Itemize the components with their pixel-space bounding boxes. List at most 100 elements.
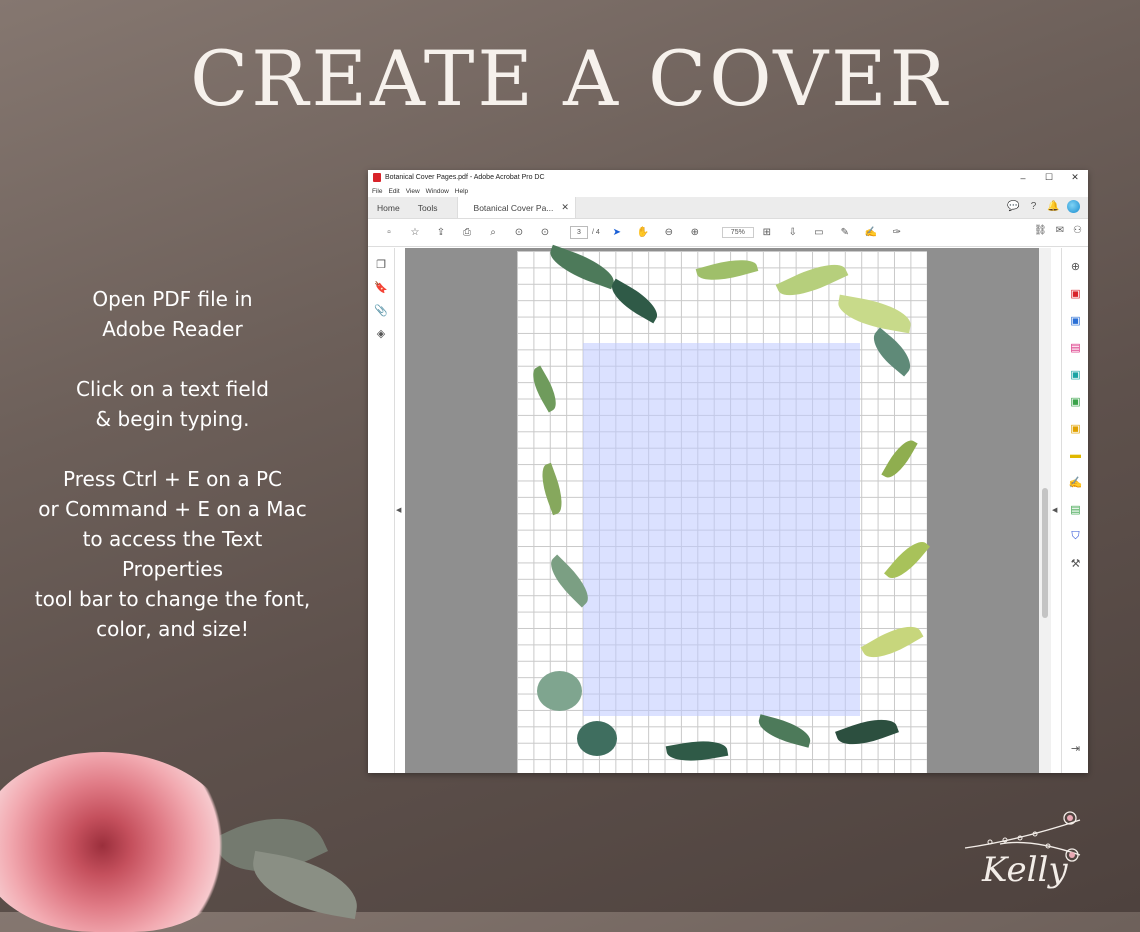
scrollbar-thumb[interactable] [1042,488,1048,618]
help-icon[interactable]: ? [1027,200,1040,213]
pdf-page [517,244,930,773]
zoom-tool-icon[interactable]: ⊕ [1062,260,1088,275]
menu-help[interactable]: Help [455,188,468,195]
mail-icon[interactable]: ✉ [1056,225,1064,236]
page-number-input[interactable]: 3 [570,226,588,239]
leaf-decoration [860,617,924,667]
rose-leaf [246,850,364,920]
leaf-decoration [545,244,619,290]
tab-document-label: Botanical Cover Pa... [473,202,554,213]
avatar[interactable] [1067,200,1080,213]
organize-pages-icon[interactable]: ▤ [1062,341,1088,356]
protect-icon[interactable]: ⛉ [1062,530,1088,545]
fill-sign-icon[interactable]: ✑ [884,227,910,238]
left-pane: ❐ 🔖 📎 ◈ [368,248,395,773]
scan-ocr-icon[interactable]: ▤ [1062,503,1088,518]
edit-pdf-icon[interactable]: ▣ [1062,368,1088,383]
leaf-decoration [775,255,849,305]
instruction-shortcut: Press Ctrl + E on a PC or Command + E on… [30,464,315,644]
leaf-decoration [835,711,899,753]
instruction-line: to access the Text Properties [82,527,263,581]
leaf-decoration [535,462,569,516]
menu-window[interactable]: Window [426,188,449,195]
rose-illustration [0,752,235,932]
comment-icon[interactable]: 💬 [1007,200,1020,213]
leaf-decoration [755,714,814,748]
page-up-icon[interactable]: ⊙ [506,227,532,238]
instruction-open: Open PDF file in Adobe Reader [30,284,315,344]
close-button[interactable]: ✕ [1062,172,1088,183]
instruction-click: Click on a text field & begin typing. [30,374,315,434]
create-pdf-icon[interactable]: ▣ [1062,314,1088,329]
tab-close-icon[interactable]: ✕ [561,202,569,213]
save-icon[interactable]: ▫ [376,227,402,238]
upload-icon[interactable]: ⇪ [428,227,454,238]
maximize-button[interactable]: ☐ [1036,172,1062,183]
hand-icon[interactable]: ✋ [630,227,656,238]
toolbar: ▫ ☆ ⇪ ⎙ ⌕ ⊙ ⊙ 3 / 4 ➤ ✋ ⊖ ⊕ 75% ⊞ ⇩ ▭ ✎ … [368,219,1088,247]
leaf-decoration [835,294,914,334]
page-headline: CREATE A COVER [190,34,950,123]
comment-tool-icon[interactable]: ▭ [806,227,832,238]
select-icon[interactable]: ➤ [604,227,630,238]
scroll-mode-icon[interactable]: ⇩ [780,227,806,238]
compare-icon[interactable]: ▣ [1062,395,1088,410]
bell-icon[interactable]: 🔔 [1047,200,1060,213]
more-tools-icon[interactable]: ⚒ [1062,557,1088,572]
fit-page-icon[interactable]: ⊞ [754,227,780,238]
leaf-decoration [865,327,919,377]
leaf-decoration [695,253,759,287]
search-icon[interactable]: ⌕ [480,227,506,238]
tab-home[interactable]: Home [368,197,409,218]
highlight-icon[interactable]: ✎ [832,227,858,238]
text-field[interactable] [583,343,860,716]
leaf-decoration [605,278,664,324]
page-count: / 4 [592,229,600,236]
sign-icon[interactable]: ✍ [858,227,884,238]
tab-document[interactable]: Botanical Cover Pa... ✕ [456,197,576,218]
leaf-decoration [665,735,729,767]
instruction-line: tool bar to change the font, [34,587,311,611]
zoom-in-icon[interactable]: ⊕ [682,227,708,238]
leaf-decoration [537,671,582,711]
share-user-icon[interactable]: ⚇ [1073,225,1082,236]
export-pdf-icon[interactable]: ▣ [1062,287,1088,302]
document-viewport[interactable] [405,244,1039,773]
star-icon[interactable]: ☆ [402,227,428,238]
zoom-select[interactable]: 75% [721,227,754,238]
leaf-decoration [881,435,918,483]
comment-pane-icon[interactable]: ▬ [1062,449,1088,464]
fill-sign-pane-icon[interactable]: ✍ [1062,476,1088,491]
collapse-right-icon[interactable]: ◀ [1052,506,1057,514]
vertical-scrollbar[interactable] [1039,248,1051,773]
layers-icon[interactable]: ◈ [368,327,394,340]
expand-pane-icon[interactable]: ⇥ [1062,742,1088,757]
prepare-form-icon[interactable]: ▣ [1062,422,1088,437]
tab-tools[interactable]: Tools [409,197,447,218]
leaf-decoration [577,721,617,756]
pages-icon[interactable]: ❐ [368,258,394,271]
minimize-button[interactable]: – [1010,173,1036,183]
tools-pane: ⊕ ▣ ▣ ▤ ▣ ▣ ▣ ▬ ✍ ▤ ⛉ ⚒ ⇥ [1061,248,1088,773]
menu-view[interactable]: View [406,188,420,195]
menu-edit[interactable]: Edit [388,188,399,195]
tab-bar-actions: 💬 ? 🔔 [1007,200,1080,213]
bookmark-icon[interactable]: 🔖 [368,281,394,294]
main-area: ❐ 🔖 📎 ◈ ◀ ◀ ⊕ ▣ ▣ ▤ ▣ ▣ ▣ ▬ ✍ ▤ ⛉ ⚒ ⇥ [368,244,1088,773]
acrobat-window: Botanical Cover Pages.pdf - Adobe Acroba… [368,170,1088,773]
instruction-line: Open PDF file in [92,287,253,311]
print-icon[interactable]: ⎙ [454,227,480,238]
instruction-line: Press Ctrl + E on a PC [63,467,282,491]
link-icon[interactable]: ⛓ [1034,225,1047,236]
zoom-out-icon[interactable]: ⊖ [656,227,682,238]
instruction-line: Click on a text field [76,377,269,401]
attachment-icon[interactable]: 📎 [368,304,394,317]
collapse-left-icon[interactable]: ◀ [396,506,401,514]
page-down-icon[interactable]: ⊙ [532,227,558,238]
menu-file[interactable]: File [372,188,382,195]
tab-bar: Home Tools Botanical Cover Pa... ✕ 💬 ? 🔔 [368,197,1088,219]
instruction-line: Adobe Reader [102,317,243,341]
window-title: Botanical Cover Pages.pdf - Adobe Acroba… [385,174,545,181]
title-bar: Botanical Cover Pages.pdf - Adobe Acroba… [368,170,1088,185]
leaf-decoration [526,365,563,413]
